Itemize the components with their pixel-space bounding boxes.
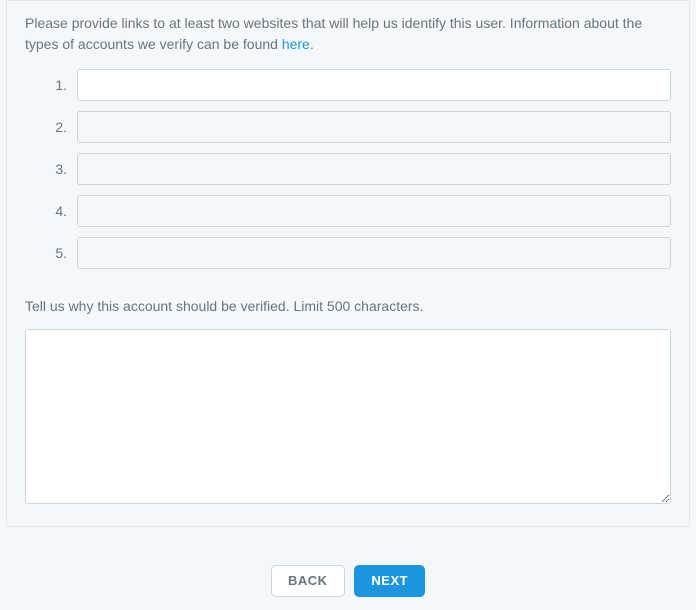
reason-label: Tell us why this account should be verif… [25, 297, 671, 317]
link-number-label: 2. [45, 119, 67, 135]
verify-info-link[interactable]: here [282, 36, 310, 52]
link-input-5[interactable] [77, 237, 671, 269]
link-number-label: 1. [45, 77, 67, 93]
link-number-label: 5. [45, 245, 67, 261]
link-input-3[interactable] [77, 153, 671, 185]
link-number-label: 4. [45, 203, 67, 219]
link-input-1[interactable] [77, 69, 671, 101]
link-row: 5. [45, 237, 671, 269]
link-row: 4. [45, 195, 671, 227]
link-number-label: 3. [45, 161, 67, 177]
link-row: 2. [45, 111, 671, 143]
link-row: 1. [45, 69, 671, 101]
reason-textarea[interactable] [25, 329, 671, 504]
form-panel: Please provide links to at least two web… [6, 0, 690, 527]
link-row: 3. [45, 153, 671, 185]
link-input-4[interactable] [77, 195, 671, 227]
next-button[interactable]: NEXT [354, 565, 425, 597]
button-row: BACK NEXT [0, 565, 696, 597]
link-input-list: 1. 2. 3. 4. 5. [45, 69, 671, 269]
links-instruction-suffix: . [310, 36, 314, 52]
links-instruction-text: Please provide links to at least two web… [25, 15, 642, 52]
link-input-2[interactable] [77, 111, 671, 143]
back-button[interactable]: BACK [271, 565, 345, 597]
links-instruction: Please provide links to at least two web… [25, 13, 671, 55]
